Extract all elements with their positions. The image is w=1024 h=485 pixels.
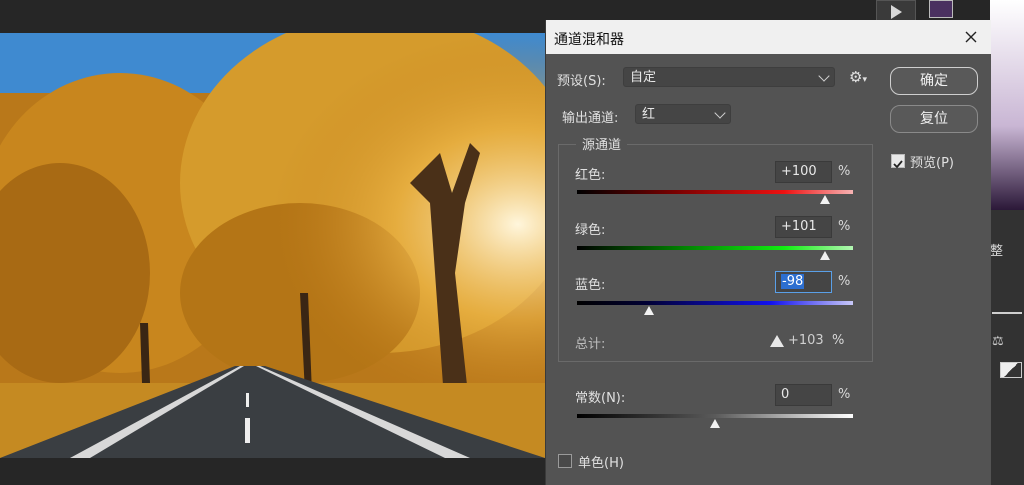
ok-button[interactable]: 确定 (890, 67, 978, 95)
output-channel-select[interactable]: 红 (635, 104, 731, 124)
dialog-titlebar: 通道混和器 (546, 20, 991, 54)
document-image (0, 33, 545, 458)
total-percent: % (832, 333, 845, 348)
chevron-down-icon (714, 107, 726, 119)
blue-channel-input[interactable]: -98 (775, 271, 832, 293)
balance-icon[interactable]: ⚖ (992, 334, 1004, 349)
total-label: 总计: (575, 337, 606, 352)
green-slider-thumb[interactable] (820, 251, 831, 260)
gear-icon[interactable]: ⚙▾ (849, 68, 867, 86)
green-percent: % (838, 219, 851, 234)
gradient-map-icon[interactable] (1000, 362, 1022, 378)
autumn-road-photo (0, 33, 545, 458)
blue-channel-label: 蓝色: (575, 278, 606, 293)
preset-value: 自定 (630, 70, 657, 85)
color-picker-strip (990, 0, 1024, 210)
constant-percent: % (838, 387, 851, 402)
blue-channel-slider[interactable] (577, 301, 853, 305)
monochrome-checkbox[interactable] (558, 454, 572, 468)
foreground-color-swatch[interactable] (929, 0, 953, 18)
play-icon (891, 5, 902, 19)
close-button[interactable] (960, 26, 982, 48)
blue-slider-thumb[interactable] (643, 306, 654, 315)
play-button[interactable] (876, 0, 916, 22)
constant-slider[interactable] (577, 414, 853, 418)
dialog-title: 通道混和器 (554, 32, 624, 48)
green-channel-input[interactable]: +101 (775, 216, 832, 238)
constant-input[interactable]: 0 (775, 384, 832, 406)
close-icon (965, 31, 977, 43)
constant-slider-thumb[interactable] (710, 419, 720, 428)
blue-percent: % (838, 274, 851, 289)
red-slider-thumb[interactable] (820, 195, 831, 204)
constant-label: 常数(N): (575, 391, 626, 406)
total-value: +103 (788, 333, 824, 348)
levels-icon[interactable] (992, 300, 1022, 314)
source-channels-heading: 源通道 (576, 134, 628, 153)
canvas-background (0, 0, 545, 33)
output-channel-value: 红 (642, 107, 656, 122)
adjustments-panel-edge: 整 ⚖ (990, 0, 1024, 485)
preset-label: 预设(S): (557, 74, 606, 89)
reset-button[interactable]: 复位 (890, 105, 978, 133)
red-channel-input[interactable]: +100 (775, 161, 832, 183)
preset-select[interactable]: 自定 (623, 67, 835, 87)
red-channel-slider[interactable] (577, 190, 853, 194)
green-channel-label: 绿色: (575, 223, 606, 238)
red-percent: % (838, 164, 851, 179)
chevron-down-icon (818, 70, 830, 82)
reset-button-label: 复位 (920, 111, 948, 127)
blue-channel-value: -98 (781, 274, 805, 289)
warning-icon (770, 335, 784, 347)
monochrome-label: 单色(H) (578, 456, 624, 471)
ok-button-label: 确定 (920, 73, 948, 89)
channel-mixer-dialog: 通道混和器 预设(S): 自定 ⚙▾ 输出通道: 红 确定 复位 预览(P) 源… (545, 20, 991, 485)
output-channel-label: 输出通道: (562, 111, 619, 126)
checkmark-icon (893, 160, 903, 169)
green-channel-slider[interactable] (577, 246, 853, 250)
preview-checkbox[interactable] (891, 154, 905, 169)
red-channel-label: 红色: (575, 168, 606, 183)
panel-tab-partial[interactable]: 整 (990, 240, 1003, 259)
preview-label: 预览(P) (910, 156, 954, 171)
